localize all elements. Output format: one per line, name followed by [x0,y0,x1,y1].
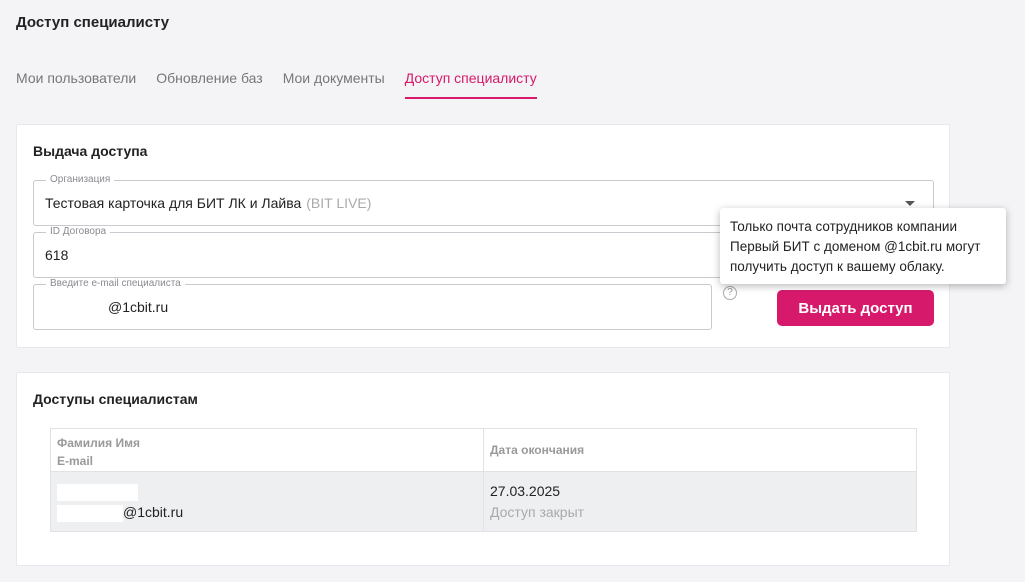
specialist-accesses-title: Доступы специалистам [33,391,198,407]
organization-value: Тестовая карточка для БИТ ЛК и Лайва [45,195,302,211]
column-email-header: E-mail [57,454,94,468]
redacted-email-user [57,504,123,522]
row-email-cell: @1cbit.ru [57,502,477,523]
chevron-down-icon[interactable] [905,201,915,206]
email-field[interactable]: Введите e-mail специалиста @1cbit.ru [33,278,712,330]
domain-tooltip: Только почта сотрудников компании Первый… [720,208,1006,284]
accesses-table: Фамилия Имя E-mail Дата окончания @1cbit… [50,428,917,532]
contract-id-value: 618 [45,247,69,263]
table-header: Фамилия Имя E-mail Дата окончания [51,429,916,472]
tabs-bar: Мои пользователи Обновление баз Мои доку… [16,70,557,99]
row-status: Доступ закрыт [490,504,585,520]
issue-access-title: Выдача доступа [33,143,148,159]
tab-db-updates[interactable]: Обновление баз [156,70,262,99]
redacted-name [57,483,138,501]
email-value: @1cbit.ru [108,299,169,315]
row-email-value: @1cbit.ru [123,504,184,520]
table-row: @1cbit.ru 27.03.2025 Доступ закрыт [51,472,916,531]
tab-specialist-access[interactable]: Доступ специалисту [404,70,537,99]
column-end-date-header: Дата окончания [490,443,585,457]
tab-my-users[interactable]: Мои пользователи [16,70,136,99]
tab-my-documents[interactable]: Мои документы [283,70,385,99]
page-title: Доступ специалисту [16,14,170,31]
row-end-date: 27.03.2025 [490,483,561,499]
issue-access-button[interactable]: Выдать доступ [777,290,934,326]
specialist-accesses-card: Доступы специалистам Фамилия Имя E-mail … [16,372,950,566]
row-name-cell [57,481,477,502]
organization-hint: (BIT LIVE) [306,195,372,211]
column-name-header: Фамилия Имя [57,436,141,450]
help-icon[interactable]: ? [723,286,737,300]
